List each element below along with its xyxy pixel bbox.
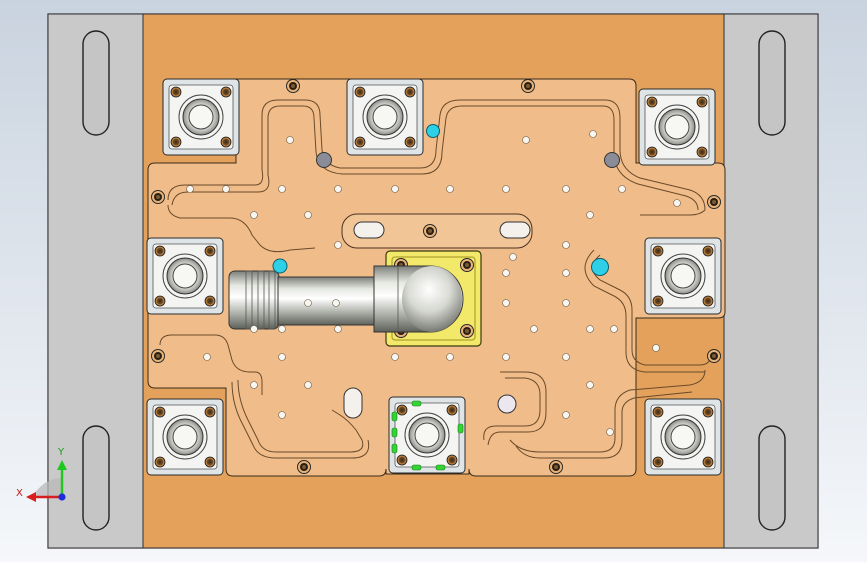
bushing-top-right[interactable] <box>638 88 716 166</box>
bottom-pin-hole[interactable] <box>497 394 517 414</box>
cad-viewport[interactable]: X Y <box>0 0 867 562</box>
right-bottom-slot[interactable] <box>758 425 786 531</box>
left-bottom-slot[interactable] <box>82 425 110 531</box>
right-oval-slot[interactable] <box>499 221 531 239</box>
left-top-slot[interactable] <box>82 30 110 136</box>
screw-top-2[interactable] <box>521 79 535 93</box>
gray-hole-left[interactable] <box>316 152 332 168</box>
bushing-mid-right[interactable] <box>644 237 722 315</box>
gray-hole-right[interactable] <box>604 152 620 168</box>
right-top-slot[interactable] <box>758 30 786 136</box>
screw-top-1[interactable] <box>286 79 300 93</box>
bushing-top-center[interactable] <box>346 78 424 156</box>
cyan-hole-top[interactable] <box>426 124 440 138</box>
bottom-oval-slot[interactable] <box>343 387 363 419</box>
triad-y-label: Y <box>57 447 65 458</box>
triad-x-label: X <box>16 488 23 499</box>
cyan-hole-right[interactable] <box>591 258 609 276</box>
screw-bottom-2[interactable] <box>549 460 563 474</box>
center-strip-screw[interactable] <box>423 224 437 238</box>
screw-right-2[interactable] <box>707 349 721 363</box>
bushing-mid-left[interactable] <box>146 237 224 315</box>
cyan-hole-left[interactable] <box>272 258 288 274</box>
screw-bottom-1[interactable] <box>297 460 311 474</box>
bushing-bottom-right[interactable] <box>644 398 722 476</box>
screw-left-2[interactable] <box>151 349 165 363</box>
left-oval-slot[interactable] <box>353 221 385 239</box>
screw-left-1[interactable] <box>151 190 165 204</box>
screw-right-1[interactable] <box>707 195 721 209</box>
bushing-top-left[interactable] <box>162 78 240 156</box>
bushing-bottom-left[interactable] <box>146 398 224 476</box>
bushing-bottom-center[interactable] <box>388 396 466 474</box>
